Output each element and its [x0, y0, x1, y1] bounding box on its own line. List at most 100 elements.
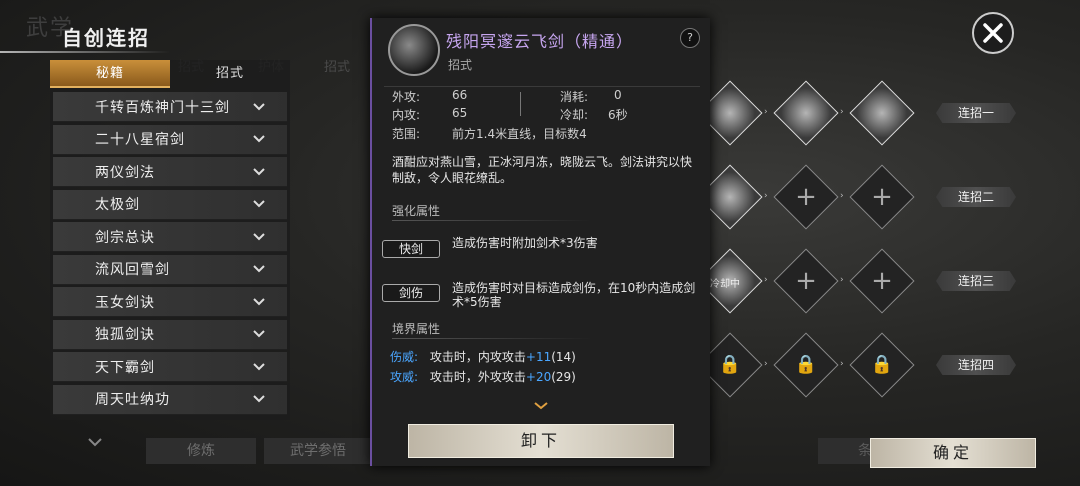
realm-row: 伤威: 攻击时，内攻攻击+11(14) [390, 348, 576, 365]
chevron-down-icon[interactable] [88, 438, 102, 448]
arrow-right-icon: › [840, 191, 844, 201]
combo-label[interactable]: 连招二 [936, 187, 1016, 207]
list-item-label: 独孤剑诀 [95, 327, 155, 343]
tab-secret-books[interactable]: 秘籍 [50, 60, 170, 88]
cultivate-button[interactable]: 修炼 [146, 438, 256, 464]
unequip-button[interactable]: 卸下 [408, 424, 674, 458]
realm-base: (29) [551, 370, 576, 384]
enhance-tag-sword-wound: 剑伤 [382, 284, 440, 302]
list-item-label: 天下霸剑 [95, 359, 155, 376]
arrow-right-icon: › [764, 359, 768, 369]
enhance-desc-sword-wound: 造成伤害时对目标造成剑伤，在10秒内造成剑术*5伤害 [452, 281, 696, 309]
chevron-down-icon [253, 330, 265, 338]
list-item[interactable]: 玉女剑诀 [53, 287, 287, 317]
confirm-button[interactable]: 确定 [870, 438, 1036, 468]
list-item-label: 剑宗总诀 [95, 229, 155, 246]
skill-portrait-icon [388, 24, 440, 76]
list-item-label: 千转百炼神门十三剑 [95, 99, 230, 116]
plus-icon: + [871, 182, 893, 212]
divider [392, 338, 592, 339]
combo-label[interactable]: 连招一 [936, 103, 1016, 123]
arrow-right-icon: › [764, 275, 768, 285]
list-item[interactable]: 流风回雪剑 [53, 254, 287, 285]
list-item-label: 太极剑 [95, 197, 140, 213]
enhance-title: 强化属性 [392, 204, 441, 218]
range-value: 前方1.4米直线，目标数4 [452, 127, 587, 141]
lock-icon: 🔒 [870, 354, 894, 375]
chevron-down-icon [253, 395, 265, 403]
chevron-down-icon [253, 265, 265, 273]
cooldown-text: 冷却中 [710, 279, 740, 290]
list-item-label: 二十八星宿剑 [95, 132, 185, 148]
ext-attack-value: 66 [452, 88, 468, 102]
realm-text: 攻击时，外攻攻击 [429, 370, 526, 384]
tab-bar: 秘籍 招式 [50, 60, 290, 88]
chevron-down-icon [253, 135, 265, 143]
background-button: 条 [818, 438, 878, 464]
bg-tab-3: 招式 [324, 60, 351, 75]
list-item[interactable]: 二十八星宿剑 [53, 124, 287, 155]
chevron-down-icon [253, 102, 265, 110]
chevron-down-icon [253, 200, 265, 208]
stat-separator [520, 92, 521, 116]
chevron-down-icon [253, 297, 265, 305]
skill-list-panel: 秘籍 招式 千转百炼神门十三剑 二十八星宿剑 两仪剑法太极剑剑宗总诀流风回雪剑玉女剑… [50, 60, 290, 420]
list-item[interactable]: 剑宗总诀 [53, 222, 287, 252]
list-item[interactable]: 独孤剑诀 [53, 319, 287, 350]
arrow-right-icon: › [840, 107, 844, 117]
realm-row: 攻威: 攻击时，外攻攻击+20(29) [390, 368, 576, 385]
skill-list: 千转百炼神门十三剑 二十八星宿剑 两仪剑法太极剑剑宗总诀流风回雪剑玉女剑诀独孤剑诀天… [50, 92, 290, 415]
combo-label[interactable]: 连招四 [936, 355, 1016, 375]
skill-detail-popup: 残阳冥邃云飞剑（精通） 招式 ? 外攻: 66 内攻: 65 消耗: 0 冷却:… [370, 18, 710, 466]
skill-name: 残阳冥邃云飞剑（精通） [446, 32, 634, 51]
arrow-right-icon: › [840, 359, 844, 369]
realm-label: 伤威: [390, 350, 419, 364]
realm-plus: +20 [525, 370, 552, 384]
close-button[interactable] [972, 12, 1014, 54]
int-attack-label: 内攻: [392, 108, 421, 122]
realm-base: (14) [551, 350, 576, 364]
arrow-right-icon: › [840, 275, 844, 285]
list-item-label: 两仪剑法 [95, 164, 155, 181]
list-item[interactable]: 千转百炼神门十三剑 [53, 92, 287, 122]
comprehend-button[interactable]: 武学参悟 [264, 438, 372, 464]
list-item-label: 玉女剑诀 [95, 294, 155, 311]
arrow-right-icon: › [764, 191, 768, 201]
list-item[interactable]: 周天吐纳功 [53, 384, 287, 415]
cost-label: 消耗: [560, 90, 589, 104]
chevron-down-icon [253, 167, 265, 175]
title-underline [0, 51, 170, 53]
range-label: 范围: [392, 127, 421, 141]
plus-icon: + [871, 266, 893, 296]
chevron-down-icon [253, 232, 265, 240]
tab-moves[interactable]: 招式 [170, 60, 290, 88]
list-item[interactable]: 天下霸剑 [53, 352, 287, 382]
int-attack-value: 65 [452, 106, 468, 120]
skill-description: 酒酣应对燕山雪，正冰河月冻，晓陇云飞。剑法讲究以快制敌，令人眼花缭乱。 [392, 155, 693, 185]
list-item-label: 流风回雪剑 [95, 262, 170, 278]
realm-label: 攻威: [390, 370, 419, 384]
plus-icon: + [795, 266, 817, 296]
chevron-down-icon [253, 362, 265, 370]
list-item[interactable]: 太极剑 [53, 189, 287, 220]
plus-icon: + [795, 182, 817, 212]
ext-attack-label: 外攻: [392, 90, 421, 104]
list-item-label: 周天吐纳功 [95, 392, 170, 408]
page-title: 自创连招 [62, 26, 150, 50]
enhance-tag-fast-sword: 快剑 [382, 240, 440, 258]
info-icon[interactable]: ? [680, 28, 700, 48]
chevron-down-icon[interactable] [534, 402, 548, 410]
cooldown-value: 6秒 [608, 108, 628, 122]
lock-icon: 🔒 [718, 354, 742, 375]
divider [392, 220, 592, 221]
lock-icon: 🔒 [794, 354, 818, 375]
list-item[interactable]: 两仪剑法 [53, 157, 287, 187]
skill-type: 招式 [448, 58, 473, 72]
realm-plus: +11 [525, 350, 552, 364]
divider [384, 86, 700, 87]
enhance-desc-fast-sword: 造成伤害时附加剑术*3伤害 [452, 236, 598, 250]
cooldown-label: 冷却: [560, 108, 589, 122]
close-icon [983, 23, 1003, 43]
realm-title: 境界属性 [392, 322, 441, 336]
combo-label[interactable]: 连招三 [936, 271, 1016, 291]
